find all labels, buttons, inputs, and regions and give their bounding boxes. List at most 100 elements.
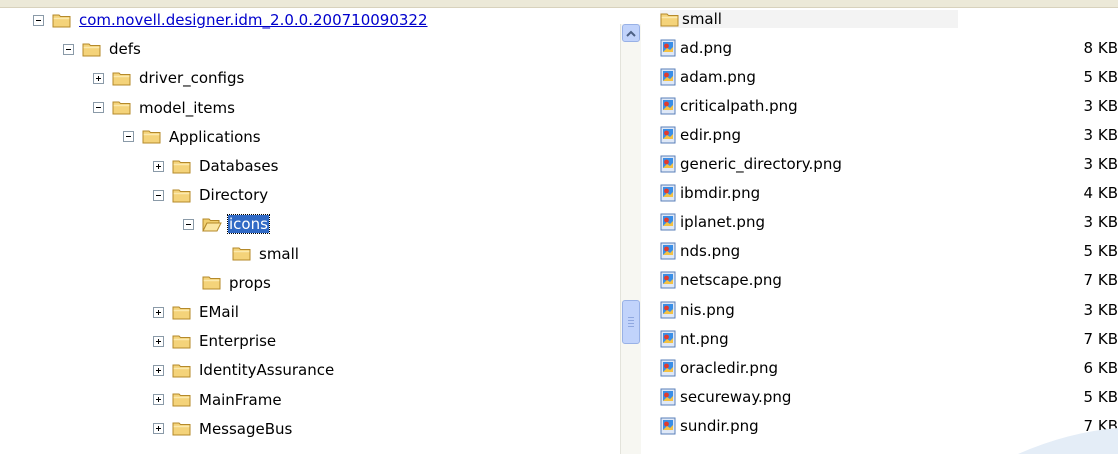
tree-node-label[interactable]: Databases	[198, 157, 279, 175]
collapse-minus-icon[interactable]	[33, 14, 44, 26]
tree-node-label[interactable]: MessageBus	[198, 420, 293, 438]
file-name: oracledir.png	[680, 358, 778, 377]
collapse-minus-icon[interactable]	[183, 218, 194, 230]
file-row[interactable]: ad.png 8 KB	[660, 35, 1118, 61]
folder-icon	[172, 420, 192, 437]
folder-icon	[232, 245, 252, 262]
file-row[interactable]: netscape.png 7 KB	[660, 267, 1118, 293]
expand-plus-icon[interactable]	[153, 160, 164, 172]
file-name-cell: sundir.png	[660, 417, 958, 435]
file-row[interactable]: edir.png 3 KB	[660, 122, 1118, 148]
tree-node[interactable]: small	[213, 243, 300, 265]
file-row[interactable]: small	[660, 6, 1118, 32]
tree-node[interactable]: com.novell.designer.idm_2.0.0.2007100903…	[33, 9, 429, 31]
tree-node-label[interactable]: model_items	[138, 99, 236, 117]
file-name-cell: nt.png	[660, 330, 958, 348]
expand-plus-icon[interactable]	[153, 364, 164, 376]
tree-node-label[interactable]: icons	[227, 214, 270, 235]
file-row[interactable]: oracledir.png 6 KB	[660, 355, 1118, 381]
tree-node-label[interactable]: small	[258, 245, 300, 263]
tree-node[interactable]: EMail	[153, 301, 240, 323]
file-size: 3 KB	[1083, 300, 1118, 319]
file-name: generic_directory.png	[680, 155, 842, 174]
tree-node-label[interactable]: props	[228, 274, 272, 292]
tree-node-label[interactable]: driver_configs	[138, 69, 245, 87]
file-name: iplanet.png	[680, 213, 765, 232]
file-name-cell: criticalpath.png	[660, 97, 958, 115]
tree-node-label[interactable]: Directory	[198, 186, 269, 204]
file-row[interactable]: criticalpath.png 3 KB	[660, 93, 1118, 119]
file-size: 5 KB	[1083, 242, 1118, 261]
tree-node[interactable]: props	[183, 272, 272, 294]
folder-icon	[202, 274, 222, 291]
file-row[interactable]: nds.png 5 KB	[660, 238, 1118, 264]
file-row[interactable]: adam.png 5 KB	[660, 64, 1118, 90]
collapse-minus-icon[interactable]	[63, 43, 74, 55]
file-list: small ad.png 8 KB adam.png 5 KB criticalpath.…	[660, 10, 1118, 454]
file-name-cell: secureway.png	[660, 388, 958, 406]
tree-vertical-scrollbar[interactable]	[620, 24, 641, 454]
png-file-icon	[660, 271, 676, 289]
file-size: 3 KB	[1083, 213, 1118, 232]
tree-node[interactable]: Enterprise	[153, 330, 277, 352]
tree-node[interactable]: Directory	[153, 184, 269, 206]
expand-plus-icon[interactable]	[153, 335, 164, 347]
file-size: 4 KB	[1083, 184, 1118, 203]
png-file-icon	[660, 97, 676, 115]
file-row[interactable]: secureway.png 5 KB	[660, 384, 1118, 410]
collapse-minus-icon[interactable]	[123, 131, 134, 143]
file-size: 6 KB	[1083, 358, 1118, 377]
png-file-icon	[660, 242, 676, 260]
png-file-icon	[660, 388, 676, 406]
tree-node[interactable]: icons	[183, 213, 270, 235]
tree-node[interactable]: Databases	[153, 155, 279, 177]
tree-node-label[interactable]: Applications	[168, 128, 262, 146]
file-size: 8 KB	[1083, 39, 1118, 58]
png-file-icon	[660, 417, 676, 435]
tree-node[interactable]: IdentityAssurance	[153, 359, 335, 381]
scroll-up-button[interactable]	[622, 24, 640, 42]
decorative-swoosh	[1018, 428, 1118, 454]
tree-node-label[interactable]: EMail	[198, 303, 240, 321]
file-row[interactable]: ibmdir.png 4 KB	[660, 180, 1118, 206]
tree-node[interactable]: driver_configs	[93, 67, 245, 89]
tree-node[interactable]: MainFrame	[153, 389, 283, 411]
file-name-cell: small	[660, 10, 958, 28]
file-name-cell: edir.png	[660, 126, 958, 144]
file-row[interactable]: generic_directory.png 3 KB	[660, 151, 1118, 177]
file-row[interactable]: iplanet.png 3 KB	[660, 209, 1118, 235]
tree-node[interactable]: model_items	[93, 97, 236, 119]
file-name: sundir.png	[680, 416, 759, 435]
tree-node-label[interactable]: Enterprise	[198, 332, 277, 350]
expand-plus-icon[interactable]	[93, 72, 104, 84]
file-row[interactable]: nis.png 3 KB	[660, 297, 1118, 323]
tree-node[interactable]: defs	[63, 38, 142, 60]
file-name-cell: nis.png	[660, 301, 958, 319]
file-size: 3 KB	[1083, 97, 1118, 116]
tree-node-label[interactable]: IdentityAssurance	[198, 361, 335, 379]
tree-node[interactable]: Applications	[123, 126, 262, 148]
expand-plus-icon[interactable]	[153, 394, 164, 406]
collapse-minus-icon[interactable]	[153, 189, 164, 201]
tree-node-label[interactable]: MainFrame	[198, 391, 283, 409]
expand-plus-icon[interactable]	[153, 423, 164, 435]
file-name: ibmdir.png	[680, 184, 761, 203]
file-size: 7 KB	[1083, 271, 1118, 290]
png-file-icon	[660, 184, 676, 202]
collapse-minus-icon[interactable]	[93, 102, 104, 114]
scroll-thumb[interactable]	[622, 300, 640, 344]
file-name: netscape.png	[680, 271, 782, 290]
folder-tree: com.novell.designer.idm_2.0.0.2007100903…	[0, 8, 620, 454]
folder-icon	[660, 11, 680, 28]
folder-icon	[172, 187, 192, 204]
file-name-cell: ibmdir.png	[660, 184, 958, 202]
expand-plus-icon[interactable]	[153, 306, 164, 318]
file-name: edir.png	[680, 126, 742, 145]
folder-icon	[142, 128, 162, 145]
png-file-icon	[660, 126, 676, 144]
png-file-icon	[660, 155, 676, 173]
tree-node-label[interactable]: defs	[108, 40, 142, 58]
tree-node[interactable]: MessageBus	[153, 418, 293, 440]
file-row[interactable]: nt.png 7 KB	[660, 326, 1118, 352]
tree-node-label[interactable]: com.novell.designer.idm_2.0.0.2007100903…	[78, 11, 429, 29]
